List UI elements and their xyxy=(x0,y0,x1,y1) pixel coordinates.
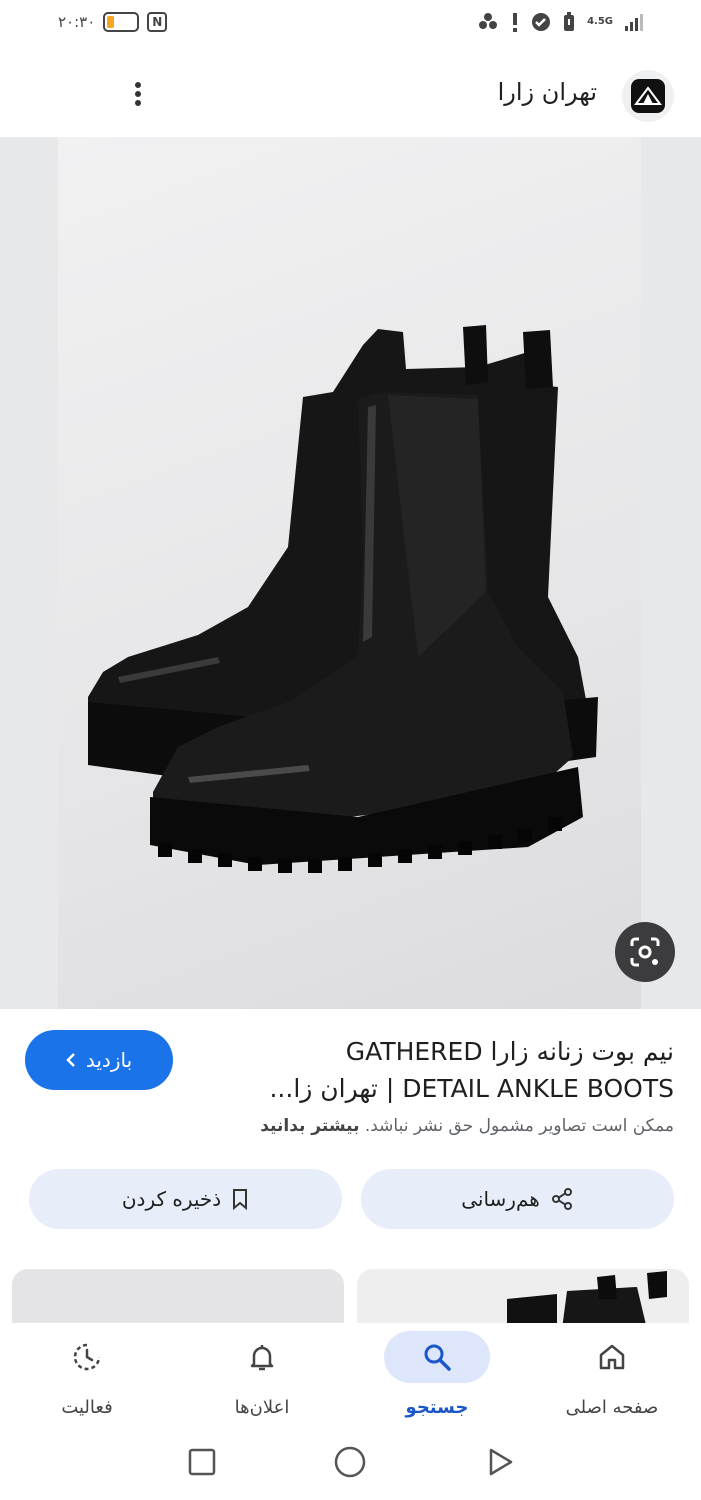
signal-icon xyxy=(625,13,643,31)
home-icon xyxy=(559,1331,665,1383)
clock: ۲۰:۳۰ xyxy=(58,13,96,31)
visit-label: بازدید xyxy=(85,1048,133,1072)
learn-more-link[interactable]: بیشتر بدانید xyxy=(260,1116,359,1136)
visit-button[interactable]: بازدید xyxy=(25,1030,173,1090)
bottom-navigation: صفحه اصلی جستجو اعلان‌ها فعالیت xyxy=(0,1323,701,1428)
product-image[interactable] xyxy=(58,137,641,1009)
activity-icon xyxy=(34,1331,140,1383)
boot-thumbnail-image xyxy=(507,1271,667,1329)
bell-icon xyxy=(209,1331,315,1383)
nav-notifications-label: اعلان‌ها xyxy=(234,1397,290,1418)
nav-home-label: صفحه اصلی xyxy=(565,1397,659,1418)
share-icon xyxy=(551,1188,572,1210)
site-title[interactable]: تهران زارا xyxy=(498,78,597,106)
lens-button[interactable] xyxy=(615,922,675,982)
nav-search[interactable]: جستجو xyxy=(362,1323,512,1428)
save-label: ذخیره کردن xyxy=(121,1187,222,1211)
status-right: 4.5G xyxy=(477,12,643,32)
nav-search-label: جستجو xyxy=(405,1397,469,1418)
result-title[interactable]: نیم بوت زنانه زارا GATHERED DETAIL ANKLE… xyxy=(254,1033,674,1107)
back-icon[interactable] xyxy=(480,1442,520,1482)
google-lens-icon xyxy=(630,937,660,967)
more-vertical-icon[interactable] xyxy=(126,76,150,112)
image-viewer xyxy=(0,137,701,1009)
network-type: 4.5G xyxy=(587,16,613,27)
battery-icon xyxy=(103,12,140,32)
bookmark-icon xyxy=(233,1189,248,1210)
site-logo[interactable] xyxy=(622,70,674,122)
battery-saver-icon xyxy=(564,12,575,31)
status-left: ۲۰:۳۰ N xyxy=(58,12,168,32)
search-icon xyxy=(384,1331,490,1383)
system-navigation xyxy=(0,1428,701,1500)
copyright-notice: ممکن است تصاویر مشمول حق نشر نباشد. بیشت… xyxy=(260,1116,674,1136)
nav-home[interactable]: صفحه اصلی xyxy=(537,1323,687,1428)
notification-icon xyxy=(479,13,498,29)
related-image-thumbnail[interactable] xyxy=(12,1269,344,1329)
ankle-boots-image xyxy=(88,325,598,873)
save-button[interactable]: ذخیره کردن xyxy=(29,1169,342,1229)
recents-icon[interactable] xyxy=(182,1442,222,1482)
shield-check-icon xyxy=(532,13,551,31)
copyright-text: ممکن است تصاویر مشمول حق نشر نباشد. xyxy=(364,1116,674,1136)
tehran-zara-logo-icon xyxy=(631,79,665,113)
alert-icon xyxy=(513,13,518,32)
nav-notifications[interactable]: اعلان‌ها xyxy=(187,1323,337,1428)
nav-activity[interactable]: فعالیت xyxy=(12,1323,162,1428)
battery-level xyxy=(107,16,115,28)
chevron-right-icon xyxy=(66,1053,75,1067)
app-header: تهران زارا xyxy=(0,56,701,136)
nav-activity-label: فعالیت xyxy=(61,1397,113,1418)
nfc-icon: N xyxy=(147,12,168,32)
home-circle-icon[interactable] xyxy=(330,1442,370,1482)
status-bar: ۲۰:۳۰ N 4.5G xyxy=(0,0,701,56)
share-label: هم‌رسانی xyxy=(461,1187,540,1211)
related-image-thumbnail[interactable] xyxy=(357,1269,689,1329)
share-button[interactable]: هم‌رسانی xyxy=(361,1169,674,1229)
